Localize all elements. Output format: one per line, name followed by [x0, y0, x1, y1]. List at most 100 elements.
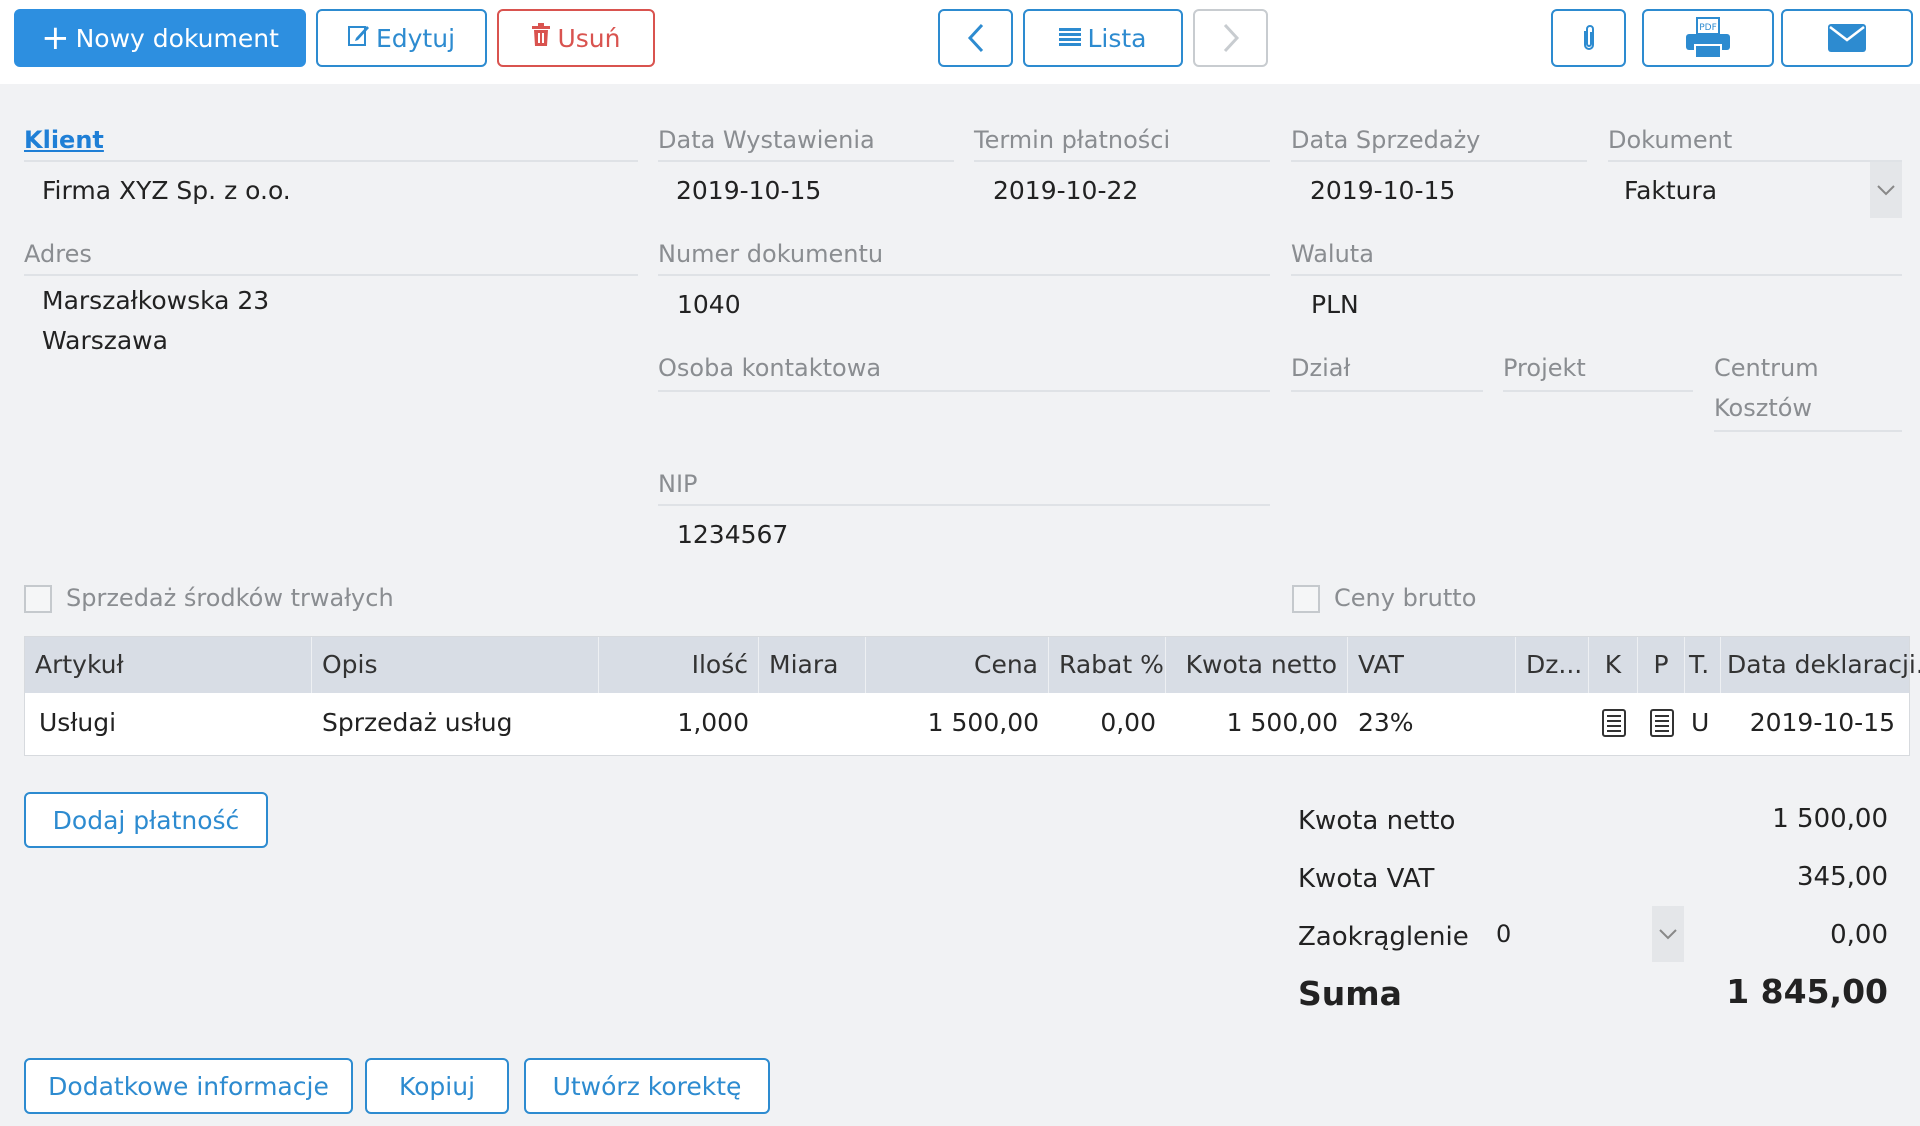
col-header-data-deklaracji[interactable]: Data deklaracji... — [1721, 637, 1920, 693]
toolbar: + Nowy dokument Edytuj Usuń Lista PDF — [0, 0, 1920, 84]
department-label: Dział — [1291, 354, 1351, 382]
sale-date-field[interactable]: 2019-10-15 — [1310, 176, 1455, 205]
col-header-vat[interactable]: VAT — [1348, 637, 1516, 693]
fixed-assets-checkbox[interactable] — [24, 585, 52, 613]
doc-number-field[interactable]: 1040 — [677, 290, 741, 319]
cost-center-field[interactable] — [1714, 430, 1902, 432]
gross-prices-checkbox[interactable] — [1292, 585, 1320, 613]
rounding-select[interactable]: 0 — [1488, 906, 1684, 962]
document-type-select[interactable]: Faktura — [1608, 162, 1902, 218]
sale-date-underline — [1291, 160, 1587, 162]
cell-data-deklaracji: 2019-10-15 — [1749, 708, 1895, 737]
items-table: Artykuł Opis Ilość Miara Cena Rabat % Kw… — [24, 636, 1920, 756]
edit-button[interactable]: Edytuj — [316, 9, 487, 67]
issue-date-field[interactable]: 2019-10-15 — [676, 176, 821, 205]
net-amount-value: 1 500,00 — [1772, 804, 1888, 834]
list-label: Lista — [1087, 23, 1147, 53]
doc-number-underline — [658, 274, 1270, 276]
currency-label: Waluta — [1291, 240, 1374, 268]
cell-artykul: Usługi — [39, 708, 117, 737]
nip-field[interactable]: 1234567 — [677, 520, 788, 549]
address-label: Adres — [24, 240, 92, 268]
col-header-k[interactable]: K — [1589, 637, 1638, 693]
issue-date-label: Data Wystawienia — [658, 126, 875, 154]
currency-field[interactable]: PLN — [1311, 290, 1359, 319]
address-field[interactable]: Marszałkowska 23 Warszawa — [24, 284, 638, 364]
chevron-down-icon — [1870, 162, 1902, 218]
cell-opis: Sprzedaż usług — [322, 708, 513, 737]
gross-prices-label: Ceny brutto — [1334, 584, 1477, 612]
paperclip-icon — [1583, 25, 1594, 50]
rounding-select-value: 0 — [1496, 920, 1512, 948]
list-button[interactable]: Lista — [1023, 9, 1183, 67]
sale-date-label: Data Sprzedaży — [1291, 126, 1481, 154]
trash-icon — [531, 23, 551, 53]
total-value: 1 845,00 — [1726, 972, 1888, 1011]
col-header-ilosc[interactable]: Ilość — [599, 637, 759, 693]
department-field[interactable] — [1291, 390, 1483, 392]
col-header-miara[interactable]: Miara — [759, 637, 866, 693]
add-payment-button[interactable]: Dodaj płatność — [24, 792, 268, 848]
attachment-button[interactable] — [1551, 9, 1626, 67]
new-document-label: Nowy dokument — [75, 23, 279, 53]
edit-label: Edytuj — [375, 23, 456, 53]
address-underline — [24, 274, 638, 276]
rounding-value: 0,00 — [1830, 920, 1888, 950]
p-document-icon[interactable] — [1638, 693, 1685, 753]
fixed-assets-label: Sprzedaż środków trwałych — [66, 584, 394, 612]
cost-center-label-line-2: Kosztów — [1714, 394, 1813, 422]
cell-t: U — [1691, 708, 1710, 737]
rounding-label: Zaokrąglenie — [1298, 922, 1469, 952]
cell-vat: 23% — [1358, 708, 1414, 737]
delete-label: Usuń — [557, 23, 621, 53]
new-document-button[interactable]: + Nowy dokument — [14, 9, 306, 67]
next-button[interactable] — [1193, 9, 1268, 67]
total-label: Suma — [1298, 974, 1402, 1013]
k-document-icon[interactable] — [1589, 693, 1638, 753]
col-header-rabat[interactable]: Rabat % — [1049, 637, 1166, 693]
client-field[interactable]: Firma XYZ Sp. z o.o. — [42, 176, 291, 205]
contact-person-label: Osoba kontaktowa — [658, 354, 882, 382]
envelope-icon — [1828, 24, 1866, 52]
project-field[interactable] — [1503, 390, 1693, 392]
client-label[interactable]: Klient — [24, 126, 104, 154]
list-icon — [1059, 24, 1082, 53]
copy-button[interactable]: Kopiuj — [365, 1058, 509, 1114]
cell-rabat: 0,00 — [1100, 708, 1156, 737]
nip-label: NIP — [658, 470, 698, 498]
col-header-dz[interactable]: Dz... — [1516, 637, 1589, 693]
col-header-t[interactable]: T. — [1685, 637, 1721, 693]
table-header: Artykuł Opis Ilość Miara Cena Rabat % Kw… — [25, 637, 1920, 693]
address-line-2: Warszawa — [42, 326, 168, 355]
cell-miara — [759, 693, 866, 753]
cost-center-label-line-1: Centrum — [1714, 354, 1819, 382]
issue-date-underline — [658, 160, 954, 162]
due-date-label: Termin płatności — [974, 126, 1171, 154]
currency-underline — [1291, 274, 1902, 276]
cell-cena: 1 500,00 — [927, 708, 1039, 737]
document-type-label: Dokument — [1608, 126, 1733, 154]
col-header-kwota-netto[interactable]: Kwota netto — [1166, 637, 1348, 693]
nip-underline — [658, 504, 1270, 506]
cell-dz — [1516, 693, 1589, 753]
previous-button[interactable] — [938, 9, 1013, 67]
col-header-opis[interactable]: Opis — [312, 637, 599, 693]
vat-amount-value: 345,00 — [1797, 862, 1888, 892]
vat-amount-label: Kwota VAT — [1298, 864, 1435, 894]
contact-person-field[interactable] — [658, 390, 1270, 392]
due-date-underline — [974, 160, 1270, 162]
col-header-artykul[interactable]: Artykuł — [25, 637, 312, 693]
col-header-cena[interactable]: Cena — [866, 637, 1049, 693]
pdf-print-button[interactable]: PDF — [1642, 9, 1774, 67]
email-button[interactable] — [1781, 9, 1913, 67]
net-amount-label: Kwota netto — [1298, 806, 1456, 836]
delete-button[interactable]: Usuń — [497, 9, 655, 67]
col-header-p[interactable]: P — [1638, 637, 1685, 693]
chevron-right-icon — [1223, 23, 1239, 53]
due-date-field[interactable]: 2019-10-22 — [993, 176, 1138, 205]
additional-info-button[interactable]: Dodatkowe informacje — [24, 1058, 353, 1114]
doc-number-label: Numer dokumentu — [658, 240, 884, 268]
address-line-1: Marszałkowska 23 — [42, 286, 270, 315]
pdf-printer-icon: PDF — [1686, 17, 1730, 59]
create-correction-button[interactable]: Utwórz korektę — [524, 1058, 770, 1114]
